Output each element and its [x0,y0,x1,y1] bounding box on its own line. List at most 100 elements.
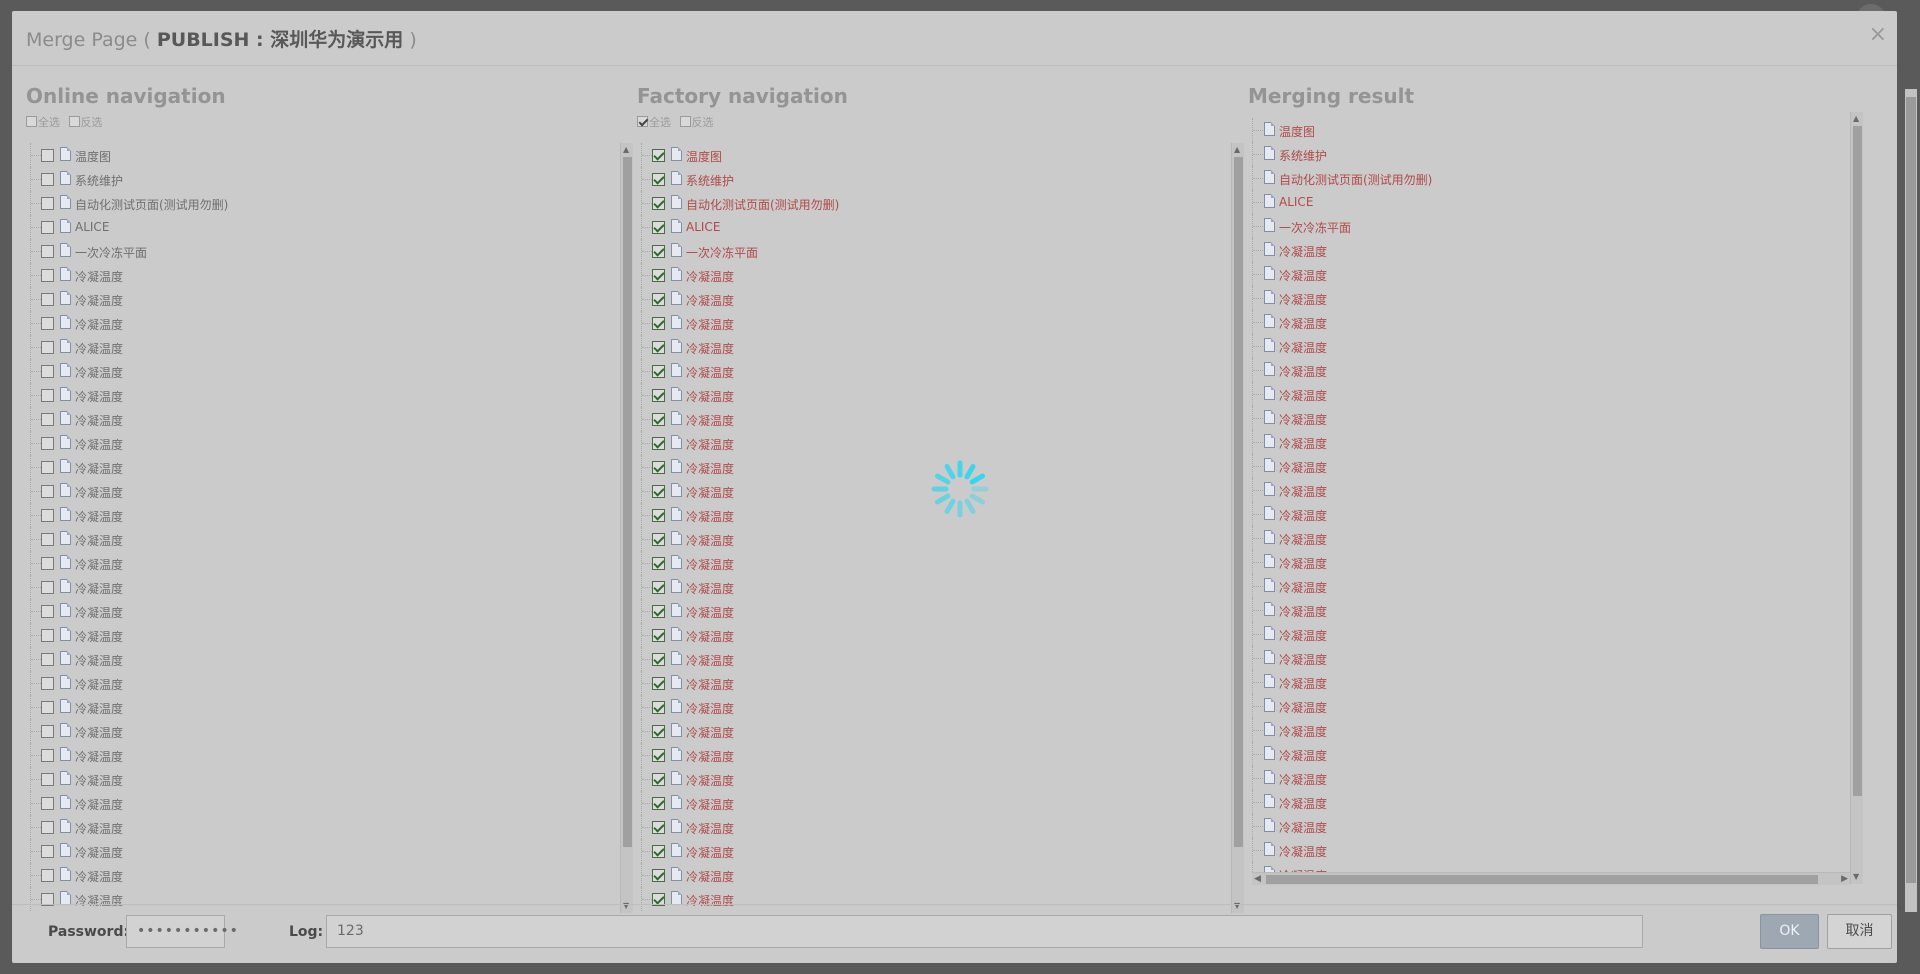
tree-item-checkbox[interactable] [41,485,54,498]
tree-item-checkbox[interactable] [652,581,665,594]
tree-item-checkbox[interactable] [41,725,54,738]
tree-item-checkbox[interactable] [652,365,665,378]
tree-item-checkbox[interactable] [41,581,54,594]
tree-item-checkbox[interactable] [41,413,54,426]
tree-item-checkbox[interactable] [652,869,665,882]
page-icon [60,531,71,545]
page-icon [60,147,71,161]
merge-hscroll-thumb[interactable] [1266,875,1818,884]
tree-item-checkbox[interactable] [652,725,665,738]
tree-item-checkbox[interactable] [652,485,665,498]
scroll-up-icon[interactable]: ▲ [1853,114,1859,124]
tree-item-checkbox[interactable] [41,821,54,834]
tree-item-checkbox[interactable] [41,701,54,714]
tree-item-checkbox[interactable] [41,653,54,666]
tree-item-checkbox[interactable] [41,845,54,858]
tree-item-checkbox[interactable] [41,677,54,690]
close-icon[interactable]: × [1869,22,1887,47]
tree-item-checkbox[interactable] [41,605,54,618]
tree-item-checkbox[interactable] [41,149,54,162]
scroll-up-icon[interactable]: ▲ [1234,145,1240,155]
tree-item-checkbox[interactable] [652,437,665,450]
tree-connector [1252,334,1264,358]
tree-item-checkbox[interactable] [41,293,54,306]
online-scroll-thumb[interactable] [623,157,632,847]
tree-item-checkbox[interactable] [41,365,54,378]
tree-item-checkbox[interactable] [652,797,665,810]
dialog-scrollbar[interactable] [1905,89,1917,912]
tree-item-checkbox[interactable] [41,509,54,522]
tree-connector [1252,166,1264,190]
page-icon [60,291,71,305]
page-icon [60,603,71,617]
tree-item-checkbox[interactable] [652,509,665,522]
tree-item-checkbox[interactable] [652,533,665,546]
tree-connector [1252,526,1264,550]
merge-vscroll-thumb[interactable] [1853,126,1862,796]
tree-item-checkbox[interactable] [652,149,665,162]
tree-item-checkbox[interactable] [41,437,54,450]
factory-scrollbar[interactable]: ▲ ▼ [1231,143,1244,913]
tree-item-checkbox[interactable] [41,749,54,762]
tree-item-checkbox[interactable] [41,269,54,282]
tree-item-checkbox[interactable] [652,269,665,282]
page-icon [60,195,71,209]
tree-item-checkbox[interactable] [41,629,54,642]
tree-item-checkbox[interactable] [652,821,665,834]
tree-item-checkbox[interactable] [652,221,665,234]
tree-item-checkbox[interactable] [652,317,665,330]
tree-item-checkbox[interactable] [652,845,665,858]
online-invert-checkbox[interactable] [68,116,80,127]
tree-item-checkbox[interactable] [652,701,665,714]
tree-item-checkbox[interactable] [652,173,665,186]
tree-item-checkbox[interactable] [652,293,665,306]
page-icon [671,411,682,425]
tree-item-checkbox[interactable] [41,389,54,402]
tree-item-checkbox[interactable] [652,773,665,786]
tree-item-label: 冷凝温度 [686,438,735,452]
merge-vscrollbar[interactable]: ▲ ▼ [1850,112,1863,884]
tree-item-checkbox[interactable] [652,413,665,426]
tree-item-checkbox[interactable] [652,749,665,762]
merge-hscrollbar[interactable]: ◀ ▶ [1252,872,1850,885]
dialog-scroll-thumb[interactable] [1906,97,1916,883]
tree-item-checkbox[interactable] [652,461,665,474]
tree-item-checkbox[interactable] [41,221,54,234]
ok-button[interactable]: OK [1760,914,1819,949]
tree-item-checkbox[interactable] [41,773,54,786]
online-select-all-checkbox[interactable] [26,116,37,127]
factory-select-all-checkbox[interactable] [637,116,648,127]
tree-item-checkbox[interactable] [41,317,54,330]
tree-item-checkbox[interactable] [41,533,54,546]
tree-item-label: 冷凝温度 [686,822,735,836]
online-scrollbar[interactable]: ▲ ▼ [620,143,633,913]
tree-item-checkbox[interactable] [41,797,54,810]
tree-item-checkbox[interactable] [41,245,54,258]
scroll-right-icon[interactable]: ▶ [1841,874,1848,884]
factory-invert-checkbox[interactable] [679,116,691,127]
tree-item-label: 冷凝温度 [1279,845,1328,859]
scroll-left-icon[interactable]: ◀ [1254,874,1261,884]
tree-item-checkbox[interactable] [652,341,665,354]
password-field[interactable]: ••••••••••• [126,915,238,948]
tree-item-checkbox[interactable] [41,557,54,570]
tree-item-checkbox[interactable] [652,557,665,570]
tree-item-checkbox[interactable] [41,173,54,186]
tree-item-checkbox[interactable] [652,653,665,666]
tree-item-checkbox[interactable] [652,605,665,618]
tree-item-checkbox[interactable] [41,341,54,354]
tree-item-checkbox[interactable] [652,245,665,258]
tree-item-checkbox[interactable] [652,389,665,402]
tree-item-checkbox[interactable] [652,677,665,690]
scroll-down-icon[interactable]: ▼ [1853,872,1859,882]
log-input[interactable]: 123 [326,915,1643,948]
factory-scroll-thumb[interactable] [1234,157,1243,847]
tree-item-checkbox[interactable] [652,197,665,210]
tree-item-checkbox[interactable] [41,197,54,210]
scroll-up-icon[interactable]: ▲ [623,145,629,155]
dialog-title: Merge Page ( PUBLISH : 深圳华为演示用 ) [26,25,417,52]
tree-item-checkbox[interactable] [41,461,54,474]
tree-item-checkbox[interactable] [652,629,665,642]
cancel-button[interactable]: 取消 [1827,914,1892,949]
tree-item-checkbox[interactable] [41,869,54,882]
